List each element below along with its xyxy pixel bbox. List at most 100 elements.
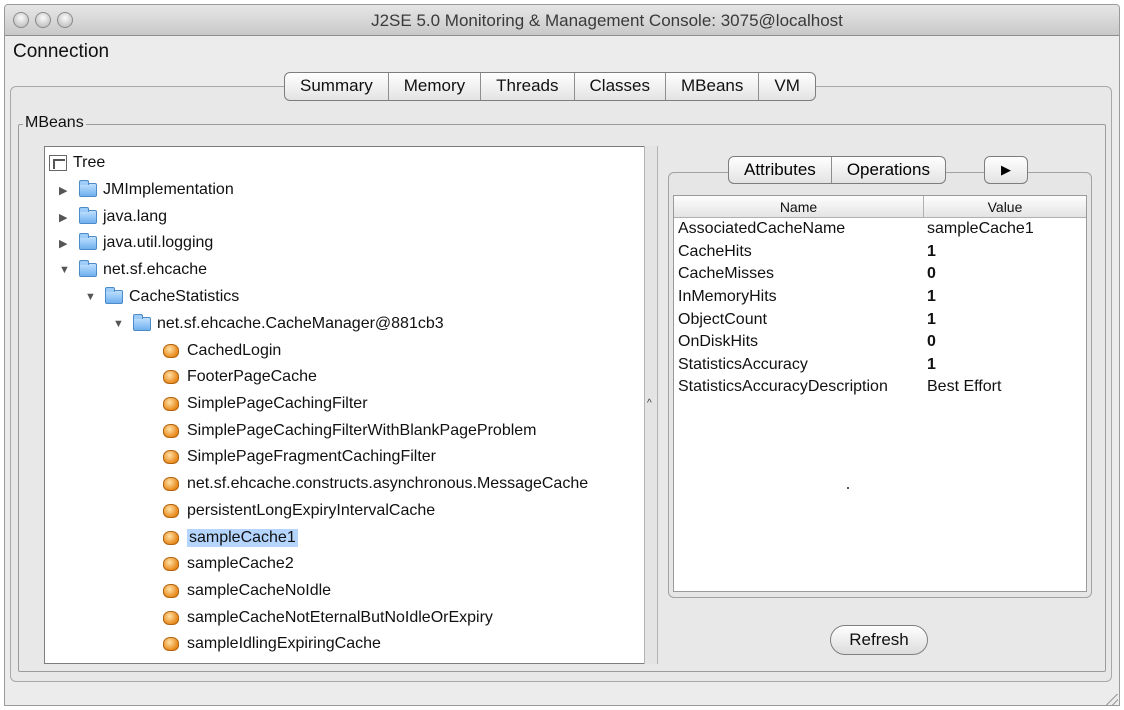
main-tab-bar: Summary Memory Threads Classes MBeans VM: [284, 72, 816, 101]
disclosure-expanded-icon[interactable]: ▼: [85, 291, 99, 303]
tree-leaf-mbean[interactable]: sampleCache2: [163, 552, 294, 576]
tree-leaf-label: FooterPageCache: [187, 368, 317, 385]
title-bar: J2SE 5.0 Monitoring & Management Console…: [5, 5, 1119, 36]
tree-node[interactable]: ▼ CacheStatistics: [85, 285, 239, 309]
tab-classes[interactable]: Classes: [575, 73, 666, 100]
attribute-name: AssociatedCacheName: [678, 220, 846, 238]
mbean-icon: [163, 584, 179, 598]
tab-memory[interactable]: Memory: [389, 73, 482, 100]
folder-icon: [133, 314, 151, 331]
attribute-value: 1: [927, 355, 936, 373]
folder-icon: [105, 287, 123, 304]
tree-leaf-mbean[interactable]: sampleCacheNoIdle: [163, 579, 331, 603]
tree-leaf-label: sampleIdlingExpiringCache: [187, 635, 381, 652]
disclosure-collapsed-icon[interactable]: ▶: [59, 237, 73, 250]
attribute-name: ObjectCount: [678, 310, 767, 328]
tree-leaf-mbean-selected[interactable]: sampleCache1: [163, 526, 298, 550]
attribute-name: StatisticsAccuracyDescription: [678, 378, 888, 396]
tab-threads[interactable]: Threads: [481, 73, 575, 100]
tree-node-label: CacheStatistics: [129, 288, 240, 305]
tree-leaf-mbean[interactable]: SimplePageCachingFilterWithBlankPageProb…: [163, 419, 537, 443]
tree-leaf-mbean[interactable]: sampleCacheNotEternalButNoIdleOrExpiry: [163, 606, 493, 630]
attribute-name: CacheMisses: [678, 265, 775, 283]
tree-icon: [49, 155, 67, 171]
tree-leaf-label: SimplePageCachingFilter: [187, 395, 368, 412]
table-row[interactable]: AssociatedCacheName sampleCache1: [674, 218, 1086, 241]
split-pane-divider[interactable]: ^: [644, 146, 658, 664]
refresh-button[interactable]: Refresh: [830, 625, 928, 655]
tree-leaf-mbean[interactable]: sampleIdlingExpiringCache: [163, 632, 381, 656]
more-tabs-button[interactable]: ▶: [984, 156, 1028, 184]
table-row[interactable]: OnDiskHits 0: [674, 331, 1086, 354]
tree-leaf-mbean[interactable]: persistentLongExpiryIntervalCache: [163, 499, 435, 523]
attribute-name: StatisticsAccuracy: [678, 355, 808, 373]
table-row[interactable]: StatisticsAccuracy 1: [674, 354, 1086, 377]
tree-leaf-label: net.sf.ehcache.constructs.asynchronous.M…: [187, 475, 589, 492]
tree-node-label: java.lang: [103, 208, 168, 225]
tab-operations[interactable]: Operations: [832, 157, 945, 183]
folder-icon: [79, 207, 97, 224]
tree-leaf-label: sampleCache2: [187, 555, 294, 572]
tree-leaf-label: SimplePageFragmentCachingFilter: [187, 448, 436, 465]
table-row[interactable]: InMemoryHits 1: [674, 286, 1086, 309]
table-row[interactable]: CacheHits 1: [674, 241, 1086, 264]
tree-leaf-label: persistentLongExpiryIntervalCache: [187, 502, 436, 519]
tree-node-label: JMImplementation: [103, 181, 234, 198]
tree-node[interactable]: ▶ java.lang: [59, 205, 167, 229]
mbean-icon: [163, 531, 179, 545]
tab-mbeans[interactable]: MBeans: [666, 73, 760, 100]
tree-leaf-label: CachedLogin: [187, 342, 282, 359]
attribute-name: CacheHits: [678, 242, 752, 260]
resize-grip-icon[interactable]: [1106, 694, 1118, 706]
tab-summary[interactable]: Summary: [285, 73, 389, 100]
tree-leaf-mbean[interactable]: SimplePageFragmentCachingFilter: [163, 445, 436, 469]
column-header-value[interactable]: Value: [924, 196, 1086, 217]
tree-node[interactable]: ▼ net.sf.ehcache.CacheManager@881cb3: [113, 312, 444, 336]
menu-bar: Connection: [5, 37, 1119, 67]
attribute-value: 0: [927, 333, 936, 351]
mbean-icon: [163, 477, 179, 491]
mbean-icon: [163, 637, 179, 651]
attribute-value: 1: [927, 242, 936, 260]
tree-leaf-mbean[interactable]: CachedLogin: [163, 339, 281, 363]
tree-leaf-mbean[interactable]: SimplePageCachingFilter: [163, 392, 368, 416]
attribute-name: OnDiskHits: [678, 333, 759, 351]
attribute-value: sampleCache1: [927, 220, 1034, 238]
right-arrow-icon: ▶: [1001, 162, 1011, 177]
stray-dot: [847, 487, 849, 489]
tree-node[interactable]: ▶ java.util.logging: [59, 231, 213, 255]
tree-leaf-label: SimplePageCachingFilterWithBlankPageProb…: [187, 422, 537, 439]
mbean-icon: [163, 424, 179, 438]
menu-connection[interactable]: Connection: [13, 41, 109, 63]
tree-node-label: net.sf.ehcache.CacheManager@881cb3: [157, 315, 444, 332]
mbean-tree[interactable]: Tree ▶ JMImplementation ▶ java.lang ▶ ja…: [44, 146, 644, 664]
tab-vm[interactable]: VM: [759, 73, 815, 100]
tree-leaf-mbean[interactable]: net.sf.ehcache.constructs.asynchronous.M…: [163, 472, 588, 496]
collapse-up-arrow-icon[interactable]: ^: [647, 398, 652, 409]
tree-node[interactable]: ▼ net.sf.ehcache: [59, 258, 207, 282]
disclosure-expanded-icon[interactable]: ▼: [113, 318, 127, 330]
attribute-value: 1: [927, 310, 936, 328]
mbean-icon: [163, 344, 179, 358]
disclosure-collapsed-icon[interactable]: ▶: [59, 184, 73, 197]
tree-leaf-mbean[interactable]: FooterPageCache: [163, 365, 317, 389]
tree-leaf-label: sampleCacheNoIdle: [187, 582, 332, 599]
disclosure-expanded-icon[interactable]: ▼: [59, 264, 73, 276]
table-row[interactable]: StatisticsAccuracyDescription Best Effor…: [674, 376, 1086, 399]
tree-leaf-label: sampleCacheNotEternalButNoIdleOrExpiry: [187, 609, 493, 626]
tab-attributes[interactable]: Attributes: [729, 157, 832, 183]
tree-node[interactable]: ▶ JMImplementation: [59, 178, 234, 202]
mbean-icon: [163, 450, 179, 464]
mbeans-group-label: MBeans: [23, 114, 86, 132]
window-title: J2SE 5.0 Monitoring & Management Console…: [371, 11, 843, 30]
table-header: Name Value: [674, 196, 1086, 218]
column-header-name[interactable]: Name: [674, 196, 924, 217]
tree-root[interactable]: Tree: [49, 151, 105, 175]
disclosure-collapsed-icon[interactable]: ▶: [59, 211, 73, 224]
mbean-icon: [163, 397, 179, 411]
attribute-value: 0: [927, 265, 936, 283]
table-row[interactable]: CacheMisses 0: [674, 263, 1086, 286]
table-row[interactable]: ObjectCount 1: [674, 308, 1086, 331]
folder-icon: [79, 233, 97, 250]
detail-tab-bar: Attributes Operations: [728, 156, 946, 184]
